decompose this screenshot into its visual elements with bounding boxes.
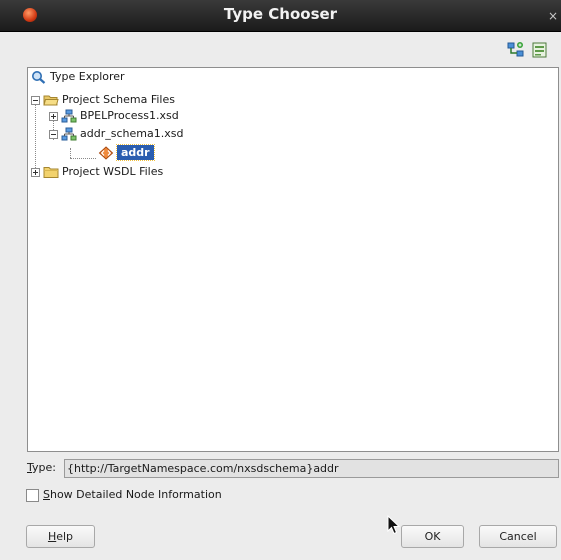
- checkbox-label-mnemonic: S: [43, 488, 50, 501]
- schema-icon: [61, 109, 77, 123]
- tree-connector: [70, 158, 96, 159]
- show-detailed-node-label[interactable]: Show Detailed Node Information: [43, 488, 222, 501]
- element-icon: [98, 146, 114, 160]
- show-detailed-node-checkbox[interactable]: [26, 489, 39, 502]
- import-schema-icon[interactable]: [507, 41, 525, 59]
- tree-node-label: Project WSDL Files: [62, 165, 164, 178]
- magnifier-icon: [31, 70, 47, 84]
- expand-toggle[interactable]: [31, 168, 40, 177]
- selected-node-label: addr: [116, 144, 155, 161]
- help-mnemonic: H: [47, 530, 57, 543]
- schema-icon: [61, 127, 77, 141]
- tree-node-label: addr_schema1.xsd: [80, 127, 184, 140]
- title-bar: Type Chooser ×: [0, 0, 561, 32]
- tree-connector: [35, 100, 36, 172]
- type-explorer-tree[interactable]: Type Explorer Project Schema Files BPELP…: [27, 67, 559, 452]
- tree-node-project-wsdl-files[interactable]: Project WSDL Files: [43, 164, 163, 180]
- tree-node-label: Project Schema Files: [62, 93, 175, 106]
- expand-toggle[interactable]: [49, 112, 58, 121]
- type-label-text: ype:: [32, 461, 56, 474]
- dialog-title: Type Chooser: [223, 5, 338, 23]
- type-field[interactable]: {http://TargetNamespace.com/nxsdschema}a…: [64, 459, 559, 478]
- cancel-button[interactable]: Cancel: [479, 525, 557, 548]
- checkbox-label-text: how Detailed Node Information: [49, 488, 222, 501]
- tree-node-addr[interactable]: addr: [98, 144, 155, 161]
- collapse-toggle[interactable]: [49, 130, 58, 139]
- help-button[interactable]: Help: [26, 525, 95, 548]
- tree-node-bpelprocess1-xsd[interactable]: BPELProcess1.xsd: [61, 108, 179, 124]
- browse-schema-icon[interactable]: [531, 41, 549, 59]
- tree-node-label: BPELProcess1.xsd: [80, 109, 179, 122]
- collapse-toggle[interactable]: [31, 96, 40, 105]
- ok-button[interactable]: OK: [401, 525, 464, 548]
- closed-folder-icon: [43, 165, 59, 179]
- tree-node-type-explorer[interactable]: Type Explorer: [31, 69, 125, 85]
- help-label-text: elp: [56, 530, 74, 543]
- mouse-cursor-icon: [387, 514, 401, 538]
- tree-connector: [70, 148, 71, 158]
- tree-node-label: Type Explorer: [50, 70, 125, 83]
- close-icon[interactable]: ×: [547, 9, 559, 23]
- type-label: Type:: [27, 461, 56, 474]
- open-folder-icon: [43, 93, 59, 107]
- tree-node-addr-schema1-xsd[interactable]: addr_schema1.xsd: [61, 126, 183, 142]
- tree-node-project-schema-files[interactable]: Project Schema Files: [43, 92, 175, 108]
